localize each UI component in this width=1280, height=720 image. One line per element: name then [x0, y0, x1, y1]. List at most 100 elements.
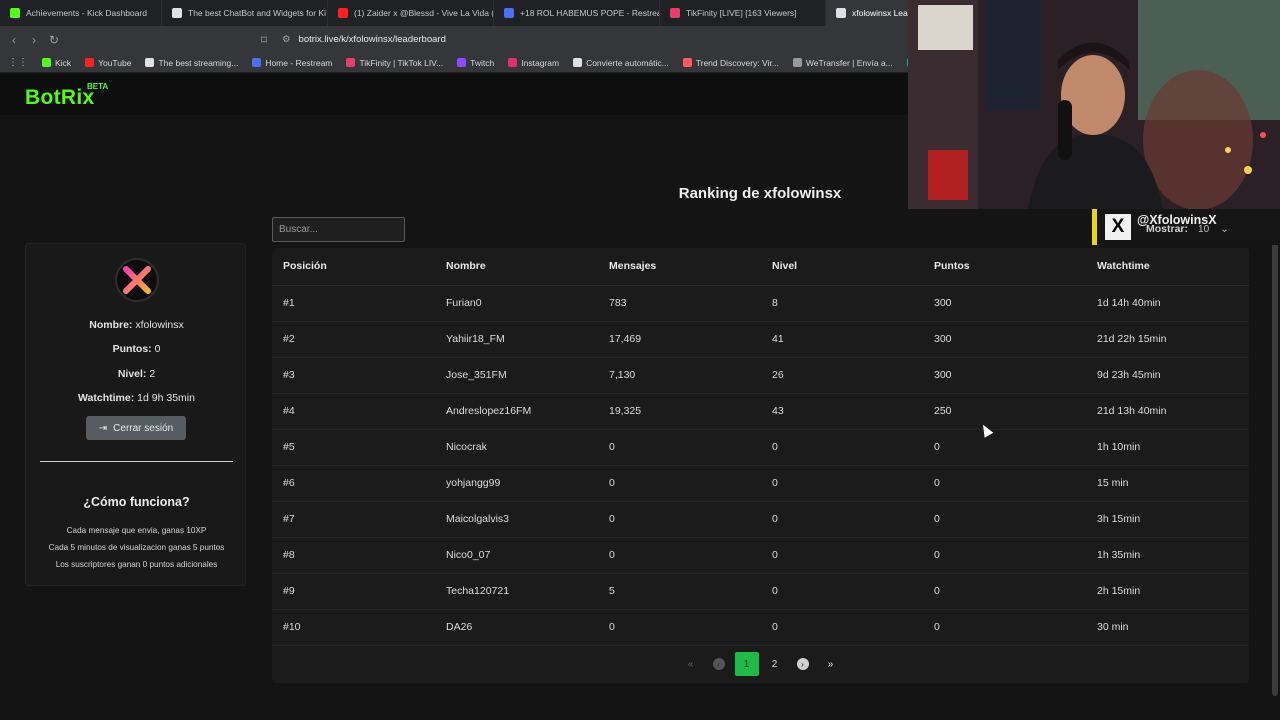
table-cell: #3 — [272, 357, 435, 394]
bookmark-item[interactable]: TikFinity | TikTok LIV... — [346, 58, 443, 68]
bookmark-item[interactable]: Kick — [42, 58, 71, 68]
chevron-right-icon: › — [796, 658, 809, 670]
x-logo-icon: X — [1105, 214, 1131, 240]
bookmark-label: The best streaming... — [158, 57, 239, 68]
table-cell: #6 — [272, 465, 435, 502]
last-page-button[interactable]: » — [819, 652, 843, 676]
table-cell: 43 — [761, 393, 923, 430]
bookmark-favicon-icon — [252, 58, 262, 67]
tab-title: TikFinity [LIVE] [163 Viewers] — [686, 8, 797, 18]
prev-page-button[interactable]: ‹ — [707, 652, 731, 676]
browser-tab[interactable]: (1) Zaider x @Blessd - Vive La Vida (I — [328, 0, 494, 26]
table-cell: 300 — [923, 285, 1086, 322]
table-cell: 0 — [761, 537, 923, 574]
bookmark-favicon-icon — [457, 58, 467, 67]
pagination: « ‹ 1 2 › » — [272, 652, 1249, 676]
bookmark-item[interactable]: Instagram — [508, 58, 559, 68]
folowins-logo-icon — [123, 266, 151, 294]
table-cell: 15 min — [1086, 465, 1249, 502]
first-page-button[interactable]: « — [679, 652, 703, 676]
table-cell: Maicolgalvis3 — [435, 501, 598, 538]
bookmark-item[interactable]: Home - Restream — [252, 58, 332, 68]
tab-title: The best ChatBot and Widgets for Ki — [188, 8, 326, 18]
bookmark-label: Convierte automátic... — [586, 57, 669, 68]
table-cell: #8 — [272, 537, 435, 574]
bookmark-icon[interactable]: ⌑ — [254, 33, 274, 47]
table-cell: 0 — [923, 609, 1086, 646]
bookmark-label: Twitch — [470, 57, 495, 68]
browser-tab[interactable]: TikFinity [LIVE] [163 Viewers] — [660, 0, 826, 26]
col-header-name[interactable]: Nombre — [435, 248, 598, 286]
table-cell: Yahiir18_FM — [435, 321, 598, 358]
col-header-messages[interactable]: Mensajes — [598, 248, 761, 286]
webcam-overlay — [908, 0, 1280, 209]
tab-favicon-icon — [670, 8, 680, 18]
table-cell: 8 — [761, 285, 923, 322]
site-info-icon[interactable]: ⚙ — [282, 34, 291, 45]
browser-tab[interactable]: The best ChatBot and Widgets for Ki — [162, 0, 328, 26]
beta-badge: BETA — [87, 82, 109, 91]
table-cell: 19,325 — [598, 393, 761, 430]
table-cell: 9d 23h 45min — [1086, 357, 1249, 394]
table-cell: yohjangg99 — [435, 465, 598, 502]
apps-grid-icon[interactable]: ⋮⋮ — [8, 57, 28, 68]
page-scrollbar[interactable] — [1272, 214, 1278, 696]
webcam-image — [908, 0, 1280, 209]
back-icon[interactable]: ‹ — [4, 33, 24, 47]
bookmark-label: YouTube — [98, 57, 132, 68]
table-cell: 0 — [761, 609, 923, 646]
bookmark-item[interactable]: Trend Discovery: Vir... — [682, 58, 779, 68]
profile-card: Nombre: xfolowinsx Puntos: 0 Nivel: 2 Wa… — [25, 243, 246, 586]
col-header-points[interactable]: Puntos — [923, 248, 1086, 286]
table-cell: 0 — [761, 429, 923, 466]
table-cell: 21d 22h 15min — [1086, 321, 1249, 358]
reload-icon[interactable]: ↻ — [44, 33, 64, 47]
table-cell: #9 — [272, 573, 435, 610]
show-select[interactable]: 10 ⌄ — [1198, 224, 1229, 235]
logout-button[interactable]: ⇥ Cerrar sesión — [86, 416, 186, 440]
table-row: #9 Techa120721 5 0 0 2h 15min — [272, 573, 1249, 610]
bookmark-item[interactable]: WeTransfer | Envía a... — [792, 58, 893, 68]
table-row: #1 Furian0 783 8 300 1d 14h 40min — [272, 285, 1249, 322]
col-header-level[interactable]: Nivel — [761, 248, 923, 286]
col-header-watchtime[interactable]: Watchtime — [1086, 248, 1249, 286]
table-cell: Andreslopez16FM — [435, 393, 598, 430]
table-cell: 1d 14h 40min — [1086, 285, 1249, 322]
bookmark-item[interactable]: Convierte automátic... — [573, 58, 669, 68]
table-cell: Techa120721 — [435, 573, 598, 610]
table-cell: 783 — [598, 285, 761, 322]
profile-level: Nivel: 2 — [117, 368, 156, 380]
table-cell: #4 — [272, 393, 435, 430]
browser-tab[interactable]: +18 ROL HABEMUS POPE - Restream — [494, 0, 660, 26]
bookmark-item[interactable]: YouTube — [85, 58, 131, 68]
chevron-left-icon: ‹ — [712, 658, 725, 670]
browser-tab[interactable]: xfolowinsx Leader — [826, 0, 916, 26]
table-cell: #1 — [272, 285, 435, 322]
next-page-button[interactable]: › — [791, 652, 815, 676]
page-1-button[interactable]: 1 — [734, 652, 759, 676]
page-title: Ranking de xfolowinsx — [678, 185, 842, 202]
logout-icon: ⇥ — [98, 422, 108, 434]
bookmark-item[interactable]: Twitch — [457, 58, 494, 68]
profile-name: Nombre: xfolowinsx — [89, 319, 184, 331]
table-row: #2 Yahiir18_FM 17,469 41 300 21d 22h 15min — [272, 321, 1249, 358]
bookmark-item[interactable]: The best streaming... — [145, 58, 238, 68]
browser-tab[interactable]: Achievements - Kick Dashboard — [0, 0, 162, 26]
bookmark-favicon-icon — [682, 58, 692, 67]
table-header-row: Posición Nombre Mensajes Nivel Puntos Wa… — [272, 248, 1249, 286]
col-header-position[interactable]: Posición — [272, 248, 435, 286]
table-row: #6 yohjangg99 0 0 0 15 min — [272, 465, 1249, 502]
url-field[interactable]: ⚙ botrix.live/k/xfolowinsx/leaderboard — [282, 30, 446, 49]
botrix-logo[interactable]: BotRix — [25, 86, 94, 110]
table-cell: 1h 10min — [1086, 429, 1249, 466]
page-2-button[interactable]: 2 — [763, 652, 787, 676]
forward-icon[interactable]: › — [24, 33, 44, 47]
table-cell: 0 — [923, 465, 1086, 502]
table-cell: 17,469 — [598, 321, 761, 358]
table-cell: 0 — [923, 429, 1086, 466]
url-text: botrix.live/k/xfolowinsx/leaderboard — [298, 34, 446, 45]
table-row: #5 Nicocrak 0 0 0 1h 10min — [272, 429, 1249, 466]
table-cell: 5 — [598, 573, 761, 610]
table-cell: #2 — [272, 321, 435, 358]
search-input[interactable] — [272, 217, 405, 242]
